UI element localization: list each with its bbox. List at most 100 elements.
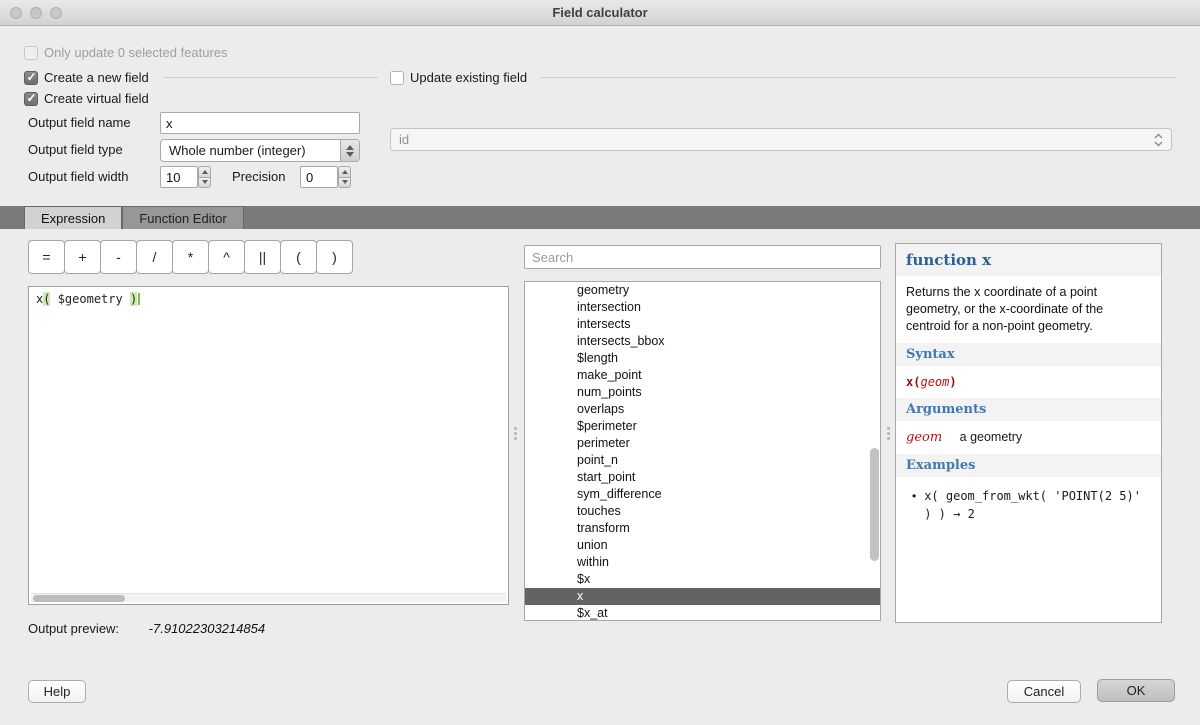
output-field-name-label: Output field name	[28, 112, 131, 134]
function-list-item[interactable]: overlaps	[525, 401, 880, 418]
horizontal-scrollbar[interactable]	[31, 593, 506, 602]
operator-buttons: =+-/*^||()	[28, 240, 353, 274]
function-list-item[interactable]: intersects_bbox	[525, 333, 880, 350]
operator-button[interactable]: /	[136, 240, 173, 274]
group-divider	[163, 77, 378, 78]
tab-expression[interactable]: Expression	[24, 206, 122, 229]
text-cursor	[138, 293, 140, 305]
expression-body: $geometry	[50, 292, 129, 306]
spin-up-icon[interactable]	[338, 166, 351, 177]
function-list-item[interactable]: touches	[525, 503, 880, 520]
output-field-name-input[interactable]	[160, 112, 360, 134]
function-list-item[interactable]: union	[525, 537, 880, 554]
field-calculator-dialog: Field calculator Only update 0 selected …	[0, 0, 1200, 725]
bullet-icon: •	[912, 487, 916, 523]
function-list-item[interactable]: $x_at	[525, 605, 880, 621]
update-existing-field-checkbox-row[interactable]: Update existing field	[390, 70, 1176, 85]
function-help-panel: function x Returns the x coordinate of a…	[895, 243, 1162, 623]
function-list-item[interactable]: x	[525, 588, 880, 605]
precision-spinner[interactable]	[338, 166, 351, 188]
function-list-item[interactable]: transform	[525, 520, 880, 537]
expression-editor[interactable]: x( $geometry )	[28, 286, 509, 605]
output-field-type-label: Output field type	[28, 139, 123, 161]
syntax-code: x(geom)	[896, 366, 1161, 398]
ok-button[interactable]: OK	[1097, 679, 1175, 702]
existing-field-value: id	[391, 132, 1151, 147]
update-existing-field-label: Update existing field	[410, 70, 527, 85]
width-spinner[interactable]	[198, 166, 211, 188]
example-code: x( geom_from_wkt( 'POINT(2 5)' ) ) → 2	[924, 487, 1149, 523]
scrollbar-thumb[interactable]	[870, 448, 879, 561]
tab-function-editor[interactable]: Function Editor	[122, 206, 243, 229]
only-update-checkbox[interactable]	[24, 46, 38, 60]
precision-label: Precision	[232, 166, 285, 188]
function-list-item[interactable]: $length	[525, 350, 880, 367]
help-title: function x	[896, 244, 1161, 276]
spin-up-icon[interactable]	[198, 166, 211, 177]
syntax-arg: geom	[920, 375, 949, 389]
function-list-item[interactable]: intersects	[525, 316, 880, 333]
splitter-handle[interactable]	[885, 420, 892, 446]
existing-field-select[interactable]: id	[390, 128, 1172, 151]
search-input[interactable]	[524, 245, 881, 269]
help-button[interactable]: Help	[28, 680, 86, 703]
function-list-item[interactable]: within	[525, 554, 880, 571]
output-field-type-value: Whole number (integer)	[161, 143, 340, 158]
operator-button[interactable]: =	[28, 240, 65, 274]
output-field-width-label: Output field width	[28, 166, 128, 188]
spin-down-icon[interactable]	[338, 177, 351, 189]
output-field-type-select[interactable]: Whole number (integer)	[160, 139, 360, 162]
function-list-item[interactable]: $x	[525, 571, 880, 588]
chevron-updown-icon	[1151, 133, 1165, 147]
function-list-item[interactable]: $perimeter	[525, 418, 880, 435]
argument-description: a geometry	[960, 430, 1023, 444]
output-preview-label: Output preview:	[28, 621, 119, 636]
function-list-item[interactable]: num_points	[525, 384, 880, 401]
combo-stepper-icon[interactable]	[340, 140, 359, 161]
syntax-close-paren: )	[949, 375, 956, 389]
function-list-item[interactable]: make_point	[525, 367, 880, 384]
function-list-item[interactable]: point_n	[525, 452, 880, 469]
example-item: • x( geom_from_wkt( 'POINT(2 5)' ) ) → 2	[896, 477, 1161, 533]
function-list[interactable]: geometryintersectionintersectsintersects…	[524, 281, 881, 621]
output-field-width-input[interactable]	[160, 166, 198, 188]
cancel-button[interactable]: Cancel	[1007, 680, 1081, 703]
output-preview: Output preview: -7.91022303214854	[28, 621, 265, 636]
function-list-item[interactable]: perimeter	[525, 435, 880, 452]
spin-down-icon[interactable]	[198, 177, 211, 189]
close-bracket: )	[130, 292, 137, 306]
function-list-item[interactable]: start_point	[525, 469, 880, 486]
splitter-handle[interactable]	[512, 420, 519, 446]
scrollbar-thumb[interactable]	[33, 595, 125, 602]
operator-button[interactable]: -	[100, 240, 137, 274]
function-list-item[interactable]: geometry	[525, 282, 880, 299]
operator-button[interactable]: +	[64, 240, 101, 274]
create-virtual-field-checkbox-row[interactable]: Create virtual field	[24, 91, 284, 106]
argument-name: geom	[906, 430, 942, 445]
update-existing-field-checkbox[interactable]	[390, 71, 404, 85]
operator-button[interactable]: *	[172, 240, 209, 274]
group-divider	[541, 77, 1176, 78]
only-update-label: Only update 0 selected features	[44, 45, 228, 60]
operator-button[interactable]: ||	[244, 240, 281, 274]
expression-code: x( $geometry )	[29, 287, 508, 311]
operator-button[interactable]: )	[316, 240, 353, 274]
function-list-item[interactable]: intersection	[525, 299, 880, 316]
argument-row: geom a geometry	[896, 421, 1161, 454]
create-new-field-label: Create a new field	[44, 70, 149, 85]
only-update-checkbox-row[interactable]: Only update 0 selected features	[24, 45, 284, 60]
precision-input[interactable]	[300, 166, 338, 188]
window-title: Field calculator	[0, 5, 1200, 20]
help-description: Returns the x coordinate of a point geom…	[896, 276, 1161, 343]
create-virtual-field-checkbox[interactable]	[24, 92, 38, 106]
create-new-field-checkbox-row[interactable]: Create a new field	[24, 70, 378, 85]
operator-button[interactable]: (	[280, 240, 317, 274]
create-new-field-checkbox[interactable]	[24, 71, 38, 85]
function-list-item[interactable]: sym_difference	[525, 486, 880, 503]
examples-heading: Examples	[896, 454, 1161, 477]
syntax-heading: Syntax	[896, 343, 1161, 366]
output-preview-value: -7.91022303214854	[149, 621, 265, 636]
operator-button[interactable]: ^	[208, 240, 245, 274]
vertical-scrollbar[interactable]	[869, 282, 880, 620]
create-virtual-field-label: Create virtual field	[44, 91, 149, 106]
